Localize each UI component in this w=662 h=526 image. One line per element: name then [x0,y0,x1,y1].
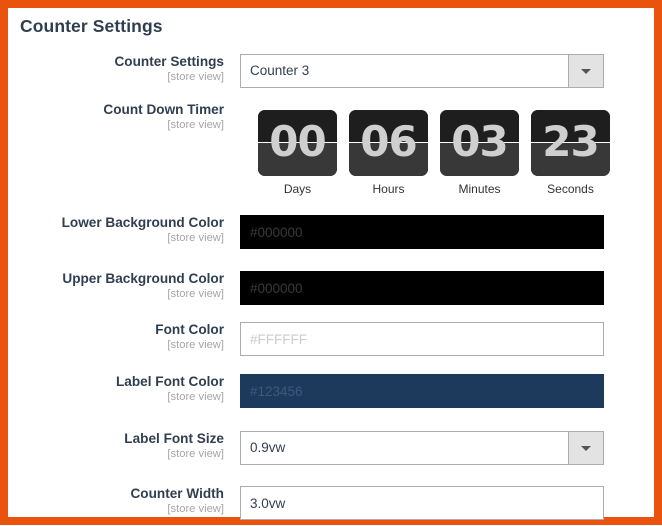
control-font-color [240,322,604,356]
scope-upper-background-color: [store view] [8,287,224,301]
control-label-font-size: 0.9vw [240,431,604,465]
countdown-tile-days: 00 [258,110,337,176]
label-font-color-input[interactable] [240,374,604,408]
countdown-caption-hours: Hours [349,182,428,196]
lower-background-color-input[interactable] [240,215,604,249]
scope-counter-width: [store view] [8,502,224,516]
scope-counter-settings: [store view] [8,70,224,84]
countdown-unit-days: 00 Days [258,110,337,196]
field-row-font-color: Font Color [store view] [8,322,654,362]
orange-window-frame: Counter Settings Counter Settings [store… [0,0,662,525]
control-label-font-color [240,374,604,408]
field-row-label-font-color: Label Font Color [store view] [8,374,654,414]
field-row-counter-width: Counter Width [store view] [8,486,654,526]
countdown-tile-seconds: 23 [531,110,610,176]
countdown-value-minutes: 03 [440,110,519,176]
scope-lower-background-color: [store view] [8,231,224,245]
label-label-font-size: Label Font Size [8,431,224,447]
counter-settings-select[interactable]: Counter 3 [240,54,604,88]
control-counter-width [240,486,604,520]
countdown-value-hours: 06 [349,110,428,176]
field-row-label-font-size: Label Font Size [store view] 0.9vw [8,431,654,471]
field-row-upper-background-color: Upper Background Color [store view] [8,271,654,311]
scope-label-font-color: [store view] [8,390,224,404]
label-font-size-dropdown-button[interactable] [569,431,604,465]
scope-font-color: [store view] [8,338,224,352]
counter-width-input[interactable] [240,486,604,520]
countdown-caption-seconds: Seconds [531,182,610,196]
countdown-tile-hours: 06 [349,110,428,176]
label-counter-settings: Counter Settings [8,54,224,70]
countdown-value-seconds: 23 [531,110,610,176]
upper-background-color-input[interactable] [240,271,604,305]
counter-settings-panel: Counter Settings Counter Settings [store… [8,8,654,517]
control-upper-background-color [240,271,604,305]
label-upper-background-color: Upper Background Color [8,271,224,287]
label-label-font-color: Label Font Color [8,374,224,390]
label-counter-width: Counter Width [8,486,224,502]
control-lower-background-color [240,215,604,249]
field-row-counter-settings: Counter Settings [store view] Counter 3 [8,54,654,94]
scope-label-font-size: [store view] [8,447,224,461]
control-counter-settings: Counter 3 [240,54,604,88]
label-font-color: Font Color [8,322,224,338]
page-title: Counter Settings [20,16,163,37]
countdown-unit-minutes: 03 Minutes [440,110,519,196]
countdown-value-days: 00 [258,110,337,176]
countdown-timer-preview: 00 Days 06 Hours 03 [258,110,610,202]
label-lower-background-color: Lower Background Color [8,215,224,231]
label-count-down-timer: Count Down Timer [8,102,224,118]
field-row-lower-background-color: Lower Background Color [store view] [8,215,654,255]
scope-count-down-timer: [store view] [8,118,224,132]
chevron-down-icon [581,446,591,451]
label-font-size-select[interactable]: 0.9vw [240,431,604,465]
countdown-tile-minutes: 03 [440,110,519,176]
countdown-unit-hours: 06 Hours [349,110,428,196]
countdown-caption-minutes: Minutes [440,182,519,196]
counter-settings-dropdown-button[interactable] [569,54,604,88]
font-color-input[interactable] [240,322,604,356]
counter-settings-select-value[interactable]: Counter 3 [240,54,569,88]
countdown-unit-seconds: 23 Seconds [531,110,610,196]
chevron-down-icon [581,69,591,74]
countdown-caption-days: Days [258,182,337,196]
label-font-size-select-value[interactable]: 0.9vw [240,431,569,465]
